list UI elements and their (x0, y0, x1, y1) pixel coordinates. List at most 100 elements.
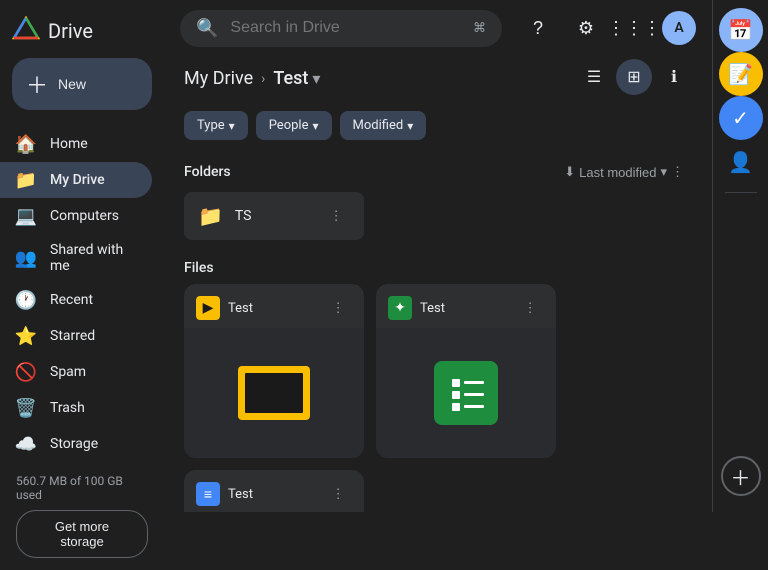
file-card-header: ≡ Test ⋮ (184, 470, 364, 512)
folder-more-button[interactable]: ⋮ (322, 202, 350, 230)
app-name: Drive (48, 19, 93, 43)
filter-row: Type▾People▾Modified▾ (184, 105, 692, 152)
breadcrumb: My Drive › Test ▾ (184, 56, 320, 97)
get-more-storage-button[interactable]: Get more storage (16, 510, 148, 558)
file-more-button[interactable]: ⋮ (324, 480, 352, 508)
folder-row: 📁 TS ⋮ (184, 192, 692, 240)
file-name: Test (220, 487, 324, 502)
settings-button[interactable]: ⚙ (566, 8, 606, 48)
view-controls: ☰ ⊞ ℹ (576, 59, 692, 95)
file-more-button[interactable]: ⋮ (324, 294, 352, 322)
grid-view-icon: ⊞ (627, 67, 640, 87)
right-panel: 📅📝✓👤 ＋ (712, 0, 768, 512)
main-area: 🔍 ⌘ ? ⚙ ⋮⋮⋮ A My Drive › Test ▾ (164, 0, 712, 512)
sidebar-item-my-drive[interactable]: 📁 My Drive (0, 162, 152, 198)
add-panel-button[interactable]: ＋ (721, 456, 761, 496)
type-filter[interactable]: Type▾ (184, 111, 248, 140)
modified-filter-label: Modified (353, 118, 404, 133)
help-button[interactable]: ? (518, 8, 558, 48)
sidebar-item-storage[interactable]: ☁️ Storage (0, 426, 152, 462)
file-thumbnail (376, 328, 556, 458)
folders-section-header: Folders ⬇ Last modified ▾ ⋮ (184, 152, 692, 192)
breadcrumb-current-label: Test (273, 68, 308, 89)
forms-icon: ✦ (388, 296, 412, 320)
right-panel-check-button[interactable]: ✓ (719, 96, 763, 140)
starred-label: Starred (50, 328, 95, 344)
plus-icon: ＋ (26, 68, 48, 100)
my-drive-icon: 📁 (16, 170, 36, 190)
docs-icon: ≡ (196, 482, 220, 506)
right-panel-divider (725, 192, 757, 193)
drive-logo-icon (12, 16, 40, 46)
breadcrumb-chevron: ▾ (312, 69, 320, 88)
sidebar-item-starred[interactable]: ⭐ Starred (0, 318, 152, 354)
breadcrumb-separator: › (261, 71, 265, 87)
sort-icon: ⬇ (564, 164, 575, 180)
new-btn-wrapper: ＋ New (0, 50, 164, 126)
shared-label: Shared with me (50, 242, 136, 274)
file-thumbnail (184, 328, 364, 458)
search-icon: 🔍 (196, 18, 218, 39)
files-grid: ▶ Test ⋮ ✦ Test ⋮ (184, 284, 692, 512)
people-filter[interactable]: People▾ (256, 111, 332, 140)
sidebar-item-home[interactable]: 🏠 Home (0, 126, 152, 162)
search-bar[interactable]: 🔍 ⌘ (180, 10, 502, 47)
topbar-icons: ? ⚙ ⋮⋮⋮ A (518, 8, 696, 48)
file-forms[interactable]: ✦ Test ⋮ (376, 284, 556, 458)
modified-filter[interactable]: Modified▾ (340, 111, 427, 140)
info-icon: ℹ (671, 67, 677, 87)
keyboard-shortcut-icon: ⌘ (473, 21, 486, 36)
computers-label: Computers (50, 208, 119, 224)
right-panel-calendar-button[interactable]: 📅 (719, 8, 763, 52)
type-filter-chevron: ▾ (229, 119, 235, 133)
file-name: Test (412, 301, 516, 316)
folders-section-title: Folders (184, 164, 231, 180)
grid-view-button[interactable]: ⊞ (616, 59, 652, 95)
modified-filter-chevron: ▾ (407, 119, 413, 133)
apps-button[interactable]: ⋮⋮⋮ (614, 8, 654, 48)
files-section-title: Files (184, 260, 214, 276)
right-panel-user-button[interactable]: 👤 (719, 140, 763, 184)
sidebar-item-trash[interactable]: 🗑️ Trash (0, 390, 152, 426)
file-card-header: ✦ Test ⋮ (376, 284, 556, 328)
trash-icon: 🗑️ (16, 398, 36, 418)
file-card-header: ▶ Test ⋮ (184, 284, 364, 328)
sort-label: Last modified (579, 165, 656, 180)
sidebar-item-spam[interactable]: 🚫 Spam (0, 354, 152, 390)
recent-label: Recent (50, 292, 93, 308)
breadcrumb-current[interactable]: Test ▾ (273, 68, 320, 89)
slides-icon: ▶ (196, 296, 220, 320)
file-slides[interactable]: ▶ Test ⋮ (184, 284, 364, 458)
slides-thumbnail (238, 366, 310, 420)
storage-icon: ☁️ (16, 434, 36, 454)
sort-chevron-icon: ▾ (660, 164, 667, 180)
right-panel-note-button[interactable]: 📝 (719, 52, 763, 96)
forms-thumbnail (434, 361, 498, 425)
sidebar-item-shared[interactable]: 👥 Shared with me (0, 234, 152, 282)
sort-button[interactable]: ⬇ Last modified ▾ ⋮ (556, 160, 692, 184)
more-options-icon: ⋮ (671, 164, 684, 180)
starred-icon: ⭐ (16, 326, 36, 346)
home-icon: 🏠 (16, 134, 36, 154)
computers-icon: 💻 (16, 206, 36, 226)
right-icons: 📅📝✓👤 (719, 8, 763, 184)
my-drive-label: My Drive (50, 172, 105, 188)
recent-icon: 🕐 (16, 290, 36, 310)
files-section-header: Files (184, 252, 692, 284)
home-label: Home (50, 136, 88, 152)
user-avatar[interactable]: A (662, 11, 696, 45)
breadcrumb-root[interactable]: My Drive (184, 68, 253, 89)
sidebar-item-computers[interactable]: 💻 Computers (0, 198, 152, 234)
folder-ts[interactable]: 📁 TS ⋮ (184, 192, 364, 240)
list-view-button[interactable]: ☰ (576, 59, 612, 95)
storage-text: 560.7 MB of 100 GB used (16, 474, 148, 502)
file-docs[interactable]: ≡ Test ⋮ (184, 470, 364, 512)
storage-label: Storage (50, 436, 98, 452)
sidebar-item-recent[interactable]: 🕐 Recent (0, 282, 152, 318)
new-button[interactable]: ＋ New (12, 58, 152, 110)
folder-name: TS (235, 208, 310, 224)
info-button[interactable]: ℹ (656, 59, 692, 95)
file-more-button[interactable]: ⋮ (516, 294, 544, 322)
search-input[interactable] (230, 19, 461, 37)
people-filter-label: People (269, 118, 309, 133)
